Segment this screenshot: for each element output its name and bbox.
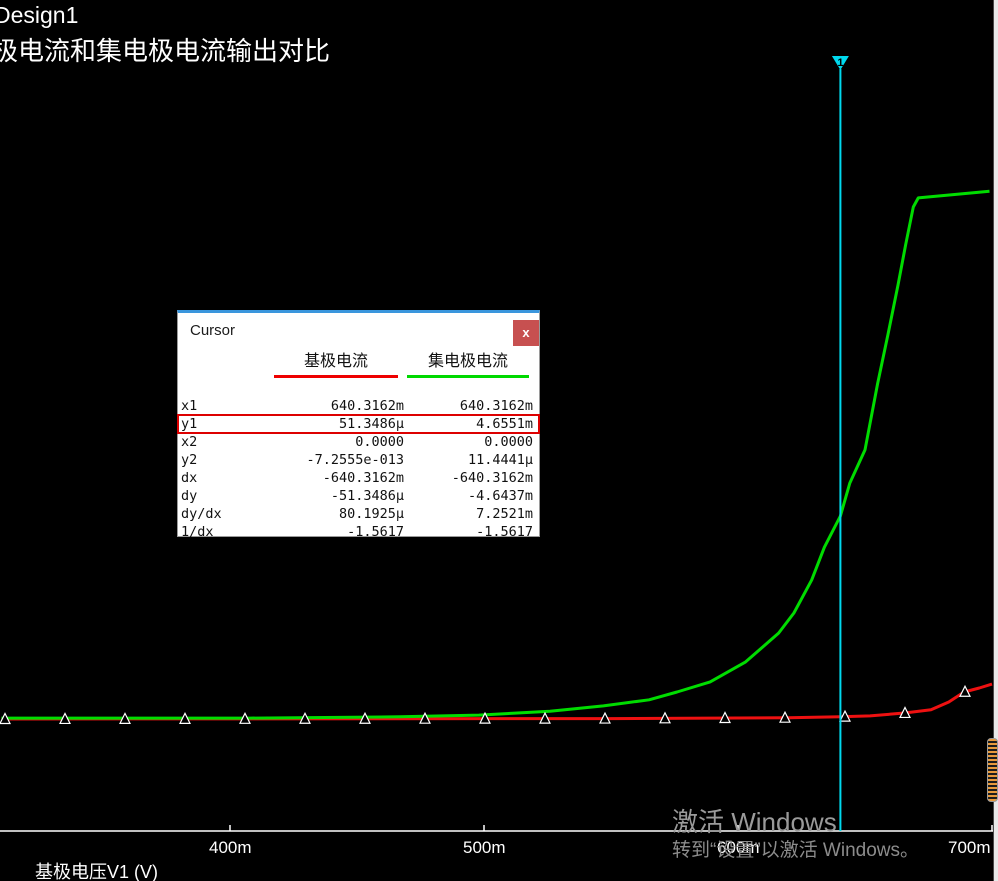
cursor-row-label: y2 <box>181 452 197 468</box>
cursor-row-x1: x1 640.3162m 640.3162m <box>178 397 539 415</box>
x-tick-label: 500m <box>463 838 506 858</box>
cursor-value-base-current: 51.3486µ <box>339 416 404 432</box>
cursor-value-base-current: -640.3162m <box>323 470 404 486</box>
cursor-row-label: dy <box>181 488 197 504</box>
cursor-row-label: x2 <box>181 434 197 450</box>
cursor-row-dy-dx: dy/dx 80.1925µ 7.2521m <box>178 505 539 523</box>
cursor-number-label: 1 <box>837 57 843 69</box>
vertical-scrollbar-thumb[interactable] <box>987 738 998 802</box>
cursor-value-collector-current: 11.4441µ <box>468 452 533 468</box>
x-tick-label: 600m <box>717 838 760 858</box>
cursor-row-dx: dx -640.3162m -640.3162m <box>178 469 539 487</box>
x-axis-title: 基极电压V1 (V) <box>35 858 158 881</box>
cursor-value-base-current: 80.1925µ <box>339 506 404 522</box>
cursor-row-label: y1 <box>181 416 197 432</box>
cursor-row-x2: x2 0.0000 0.0000 <box>178 433 539 451</box>
cursor-dialog[interactable]: Cursor x 基极电流 集电极电流 x1 640.3162m 640.3162m… <box>177 310 540 537</box>
cursor-value-collector-current: -640.3162m <box>452 470 533 486</box>
cursor-value-base-current: -7.2555e-013 <box>306 452 404 468</box>
column-header-base-current: 基极电流 <box>274 347 398 378</box>
cursor-value-collector-current: 7.2521m <box>476 506 533 522</box>
chart-title: 基极电流和集电极电流输出对比 <box>0 31 330 68</box>
cursor-row-label: 1/dx <box>181 524 214 540</box>
cursor-value-collector-current: 0.0000 <box>484 434 533 450</box>
grapher-window: 1 Design1 基极电流和集电极电流输出对比 400m 500m 600m 700… <box>0 0 998 881</box>
cursor-row-label: dy/dx <box>181 506 222 522</box>
x-tick-label: 400m <box>209 838 252 858</box>
cursor-value-collector-current: 640.3162m <box>460 398 533 414</box>
cursor-row-y2: y2 -7.2555e-013 11.4441µ <box>178 451 539 469</box>
cursor-value-base-current: -51.3486µ <box>331 488 404 504</box>
cursor-row-dy: dy -51.3486µ -4.6437m <box>178 487 539 505</box>
cursor-value-base-current: 0.0000 <box>355 434 404 450</box>
cursor-row-label: x1 <box>181 398 197 414</box>
cursor-value-collector-current: -1.5617 <box>476 524 533 540</box>
column-header-collector-current: 集电极电流 <box>407 347 529 378</box>
cursor-value-base-current: 640.3162m <box>331 398 404 414</box>
cursor-row-y1: y1 51.3486µ 4.6551m <box>178 415 539 433</box>
cursor-value-base-current: -1.5617 <box>347 524 404 540</box>
x-tick-label: 700m <box>948 838 991 858</box>
close-icon[interactable]: x <box>513 320 539 346</box>
cursor-value-collector-current: 4.6551m <box>476 416 533 432</box>
cursor-value-collector-current: -4.6437m <box>468 488 533 504</box>
cursor-row-label: dx <box>181 470 197 486</box>
cursor-measurement-table: x1 640.3162m 640.3162m y1 51.3486µ 4.6551m x2 0… <box>178 397 539 541</box>
cursor-dialog-title: Cursor <box>190 322 235 339</box>
cursor-row-1-dx: 1/dx -1.5617 -1.5617 <box>178 523 539 541</box>
design-title: Design1 <box>0 2 78 29</box>
